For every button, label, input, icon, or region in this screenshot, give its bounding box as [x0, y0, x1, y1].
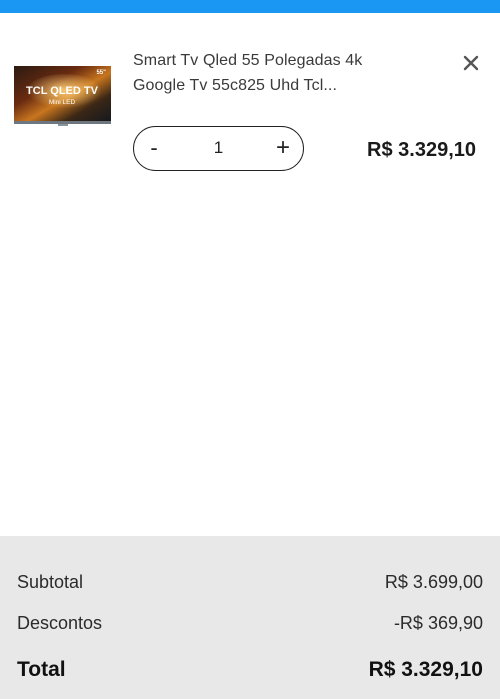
subtotal-label: Subtotal — [17, 572, 84, 592]
quantity-value[interactable]: 1 — [174, 127, 263, 169]
decrease-quantity-button[interactable]: - — [134, 127, 174, 169]
total-label: Total — [17, 658, 66, 681]
discount-row: Descontos -R$ 369,90 — [17, 613, 483, 637]
discount-label: Descontos — [17, 613, 103, 633]
item-price: R$ 3.329,10 — [367, 139, 476, 161]
discount-value: -R$ 369,90 — [393, 613, 483, 633]
remove-item-button[interactable] — [459, 51, 483, 75]
tv-brand-text: TCL QLED TV — [26, 85, 99, 97]
top-bar — [0, 0, 500, 13]
cart-item: 55" TCL QLED TV Mini LED Smart Tv Qled 5… — [0, 13, 500, 193]
product-title-line2: Google Tv 55c825 Uhd Tcl... — [133, 77, 338, 94]
product-title[interactable]: Smart Tv Qled 55 Polegadas 4k Google Tv … — [133, 48, 433, 98]
product-title-line1: Smart Tv Qled 55 Polegadas 4k — [133, 52, 363, 69]
subtotal-row: Subtotal R$ 3.699,00 — [17, 572, 483, 596]
total-value: R$ 3.329,10 — [368, 658, 483, 681]
close-icon — [463, 55, 479, 71]
quantity-stepper: - 1 + — [133, 126, 304, 171]
total-row: Total R$ 3.329,10 — [17, 658, 483, 682]
tv-sub-text: Mini LED — [49, 99, 76, 106]
tv-product-image[interactable]: 55" TCL QLED TV Mini LED — [14, 66, 111, 126]
increase-quantity-button[interactable]: + — [263, 127, 303, 169]
subtotal-value: R$ 3.699,00 — [384, 572, 483, 592]
order-summary: Subtotal R$ 3.699,00 Descontos -R$ 369,9… — [0, 536, 500, 699]
tv-size-badge: 55" — [96, 70, 106, 76]
